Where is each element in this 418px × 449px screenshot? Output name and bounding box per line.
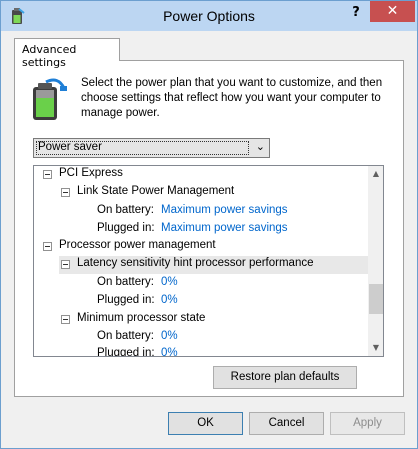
tree-item-label: PCI Express (59, 167, 123, 179)
tree-item-processor-power-management[interactable]: Processor power management (34, 238, 368, 256)
tree-item-label: Minimum processor state (77, 312, 206, 324)
tree-item-label: Processor power management (59, 239, 216, 251)
scroll-up-icon[interactable]: ▲ (368, 166, 383, 182)
collapse-icon[interactable] (43, 242, 52, 251)
setting-label: Plugged in: (97, 347, 155, 357)
settings-tree: PCI Express Link State Power Management … (33, 165, 384, 357)
tree-item-minimum-processor-state[interactable]: Minimum processor state (34, 311, 368, 329)
setting-label: Plugged in: (97, 222, 155, 234)
tree-item-link-state-on-battery[interactable]: On battery: Maximum power savings (34, 203, 368, 221)
battery-power-icon (33, 78, 67, 120)
collapse-icon[interactable] (61, 260, 70, 269)
tree-item-pci-express[interactable]: PCI Express (34, 166, 368, 184)
tree-item-latency-sensitivity[interactable]: Latency sensitivity hint processor perfo… (59, 256, 368, 274)
collapse-icon[interactable] (43, 170, 52, 179)
scroll-down-icon[interactable]: ▼ (368, 340, 383, 356)
setting-value-link[interactable]: Maximum power savings (161, 204, 288, 216)
power-plan-value: Power saver (38, 141, 102, 153)
setting-value-link[interactable]: 0% (161, 330, 178, 342)
ok-button[interactable]: OK (168, 412, 243, 435)
apply-button[interactable]: Apply (330, 412, 405, 435)
close-button[interactable]: ✕ (370, 1, 415, 22)
close-icon: ✕ (386, 3, 399, 19)
tree-item-latency-plugged-in[interactable]: Plugged in: 0% (34, 293, 368, 311)
tree-item-min-plugged-in[interactable]: Plugged in: 0% (34, 346, 368, 357)
tree-item-latency-on-battery[interactable]: On battery: 0% (34, 275, 368, 293)
setting-label: Plugged in: (97, 294, 155, 306)
setting-label: On battery: (97, 330, 154, 342)
tab-advanced-settings[interactable]: Advanced settings (14, 38, 120, 69)
chevron-down-icon: ⌄ (255, 140, 265, 153)
tree-scrollbar[interactable]: ▲ ▼ (368, 166, 383, 356)
tree-item-min-on-battery[interactable]: On battery: 0% (34, 329, 368, 347)
plan-description: Select the power plan that you want to c… (81, 77, 383, 119)
setting-value-link[interactable]: 0% (161, 347, 178, 356)
setting-value-link[interactable]: 0% (161, 294, 178, 306)
title-bar[interactable]: Power Options ? ✕ (1, 1, 417, 31)
tree-item-label: Latency sensitivity hint processor perfo… (77, 257, 314, 269)
help-button[interactable]: ? (344, 2, 368, 24)
power-options-window: Power Options ? ✕ Advanced settings Sele… (0, 0, 418, 449)
setting-label: On battery: (97, 276, 154, 288)
restore-plan-defaults-button[interactable]: Restore plan defaults (213, 366, 357, 389)
tree-item-link-state[interactable]: Link State Power Management (34, 184, 368, 202)
collapse-icon[interactable] (61, 315, 70, 324)
tree-item-label: Link State Power Management (77, 185, 235, 197)
power-plan-dropdown[interactable]: Power saver ⌄ (33, 138, 270, 158)
scrollbar-thumb[interactable] (369, 284, 383, 314)
setting-label: On battery: (97, 204, 154, 216)
collapse-icon[interactable] (61, 188, 70, 197)
tree-item-link-state-plugged-in[interactable]: Plugged in: Maximum power savings (34, 221, 368, 239)
cancel-button[interactable]: Cancel (249, 412, 324, 435)
setting-value-link[interactable]: 0% (161, 276, 178, 288)
setting-value-link[interactable]: Maximum power savings (161, 222, 288, 234)
